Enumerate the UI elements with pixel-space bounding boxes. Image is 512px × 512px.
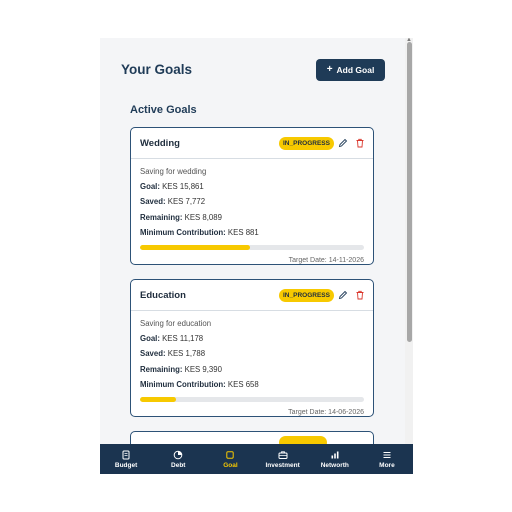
nav-item-investment[interactable]: Investment — [257, 444, 309, 474]
saved-value: KES 7,772 — [167, 197, 206, 207]
nav-item-networth[interactable]: Networth — [309, 444, 361, 474]
goal-amount-value: KES 15,861 — [162, 182, 204, 192]
active-goals-heading: Active Goals — [130, 104, 197, 116]
budget-icon — [122, 450, 130, 459]
target-date: Target Date: 14-06-2026 — [288, 408, 364, 416]
goal-card-header: Wedding IN_PROGRESS — [131, 128, 373, 159]
nav-label: Investment — [265, 461, 300, 469]
goals-screen: Your Goals + Add Goal Active Goals Weddi… — [100, 38, 413, 474]
delete-icon[interactable] — [355, 290, 365, 300]
goal-card-header: Education IN_PROGRESS — [131, 280, 373, 311]
remaining-value: KES 8,089 — [184, 212, 222, 222]
delete-icon[interactable] — [355, 138, 365, 148]
goal-description: Saving for education — [140, 319, 212, 328]
nav-label: Debt — [171, 461, 186, 469]
edit-icon[interactable] — [338, 290, 348, 300]
goal-amount-label: Goal: — [140, 334, 160, 344]
bottom-navigation: Budget Debt Goal Investment Networth Mor… — [100, 444, 413, 474]
scrollbar-thumb[interactable] — [407, 42, 412, 342]
nav-label: More — [379, 461, 395, 469]
goal-amount-label: Goal: — [140, 182, 160, 192]
min-contribution-value: KES 658 — [227, 379, 259, 389]
goal-description: Saving for wedding — [140, 167, 207, 176]
networth-icon — [331, 451, 339, 458]
nav-label: Networth — [320, 461, 349, 469]
min-contribution-value: KES 881 — [227, 227, 259, 237]
goal-amount-value: KES 11,178 — [162, 334, 204, 344]
add-goal-button[interactable]: + Add Goal — [316, 59, 385, 81]
nav-label: Goal — [223, 461, 238, 469]
goal-card-wedding: Wedding IN_PROGRESS Saving for wedding G… — [130, 127, 374, 265]
nav-item-goal[interactable]: Goal — [204, 444, 256, 474]
saved-label: Saved: — [140, 197, 166, 207]
progress-fill — [140, 244, 250, 250]
menu-icon — [383, 451, 391, 458]
progress-fill — [140, 396, 176, 402]
investment-icon — [278, 450, 288, 459]
min-contribution-label: Minimum Contribution: — [140, 227, 226, 237]
nav-label: Budget — [114, 461, 138, 469]
goal-icon — [226, 450, 235, 459]
goal-name: Education — [140, 290, 186, 301]
debt-icon — [173, 450, 183, 459]
saved-value: KES 1,788 — [167, 349, 206, 359]
remaining-value: KES 9,390 — [184, 364, 222, 374]
saved-label: Saved: — [140, 349, 166, 359]
nav-item-debt[interactable]: Debt — [152, 444, 204, 474]
progress-bar — [140, 396, 364, 402]
min-contribution-label: Minimum Contribution: — [140, 379, 226, 389]
status-badge: IN_PROGRESS — [279, 289, 334, 302]
nav-item-budget[interactable]: Budget — [100, 444, 152, 474]
target-date: Target Date: 14-11-2026 — [288, 256, 364, 264]
remaining-label: Remaining: — [140, 364, 183, 374]
page-title: Your Goals — [121, 62, 193, 77]
scrollbar[interactable]: ▲ — [405, 38, 413, 444]
goal-name: Wedding — [140, 138, 180, 149]
progress-bar — [140, 244, 364, 250]
edit-icon[interactable] — [338, 138, 348, 148]
add-goal-label: Add Goal — [336, 65, 375, 75]
remaining-label: Remaining: — [140, 212, 183, 222]
status-badge: IN_PROGRESS — [279, 137, 334, 150]
plus-icon: + — [326, 64, 333, 75]
nav-item-more[interactable]: More — [361, 444, 413, 474]
goal-card-education: Education IN_PROGRESS Saving for educati… — [130, 279, 374, 417]
